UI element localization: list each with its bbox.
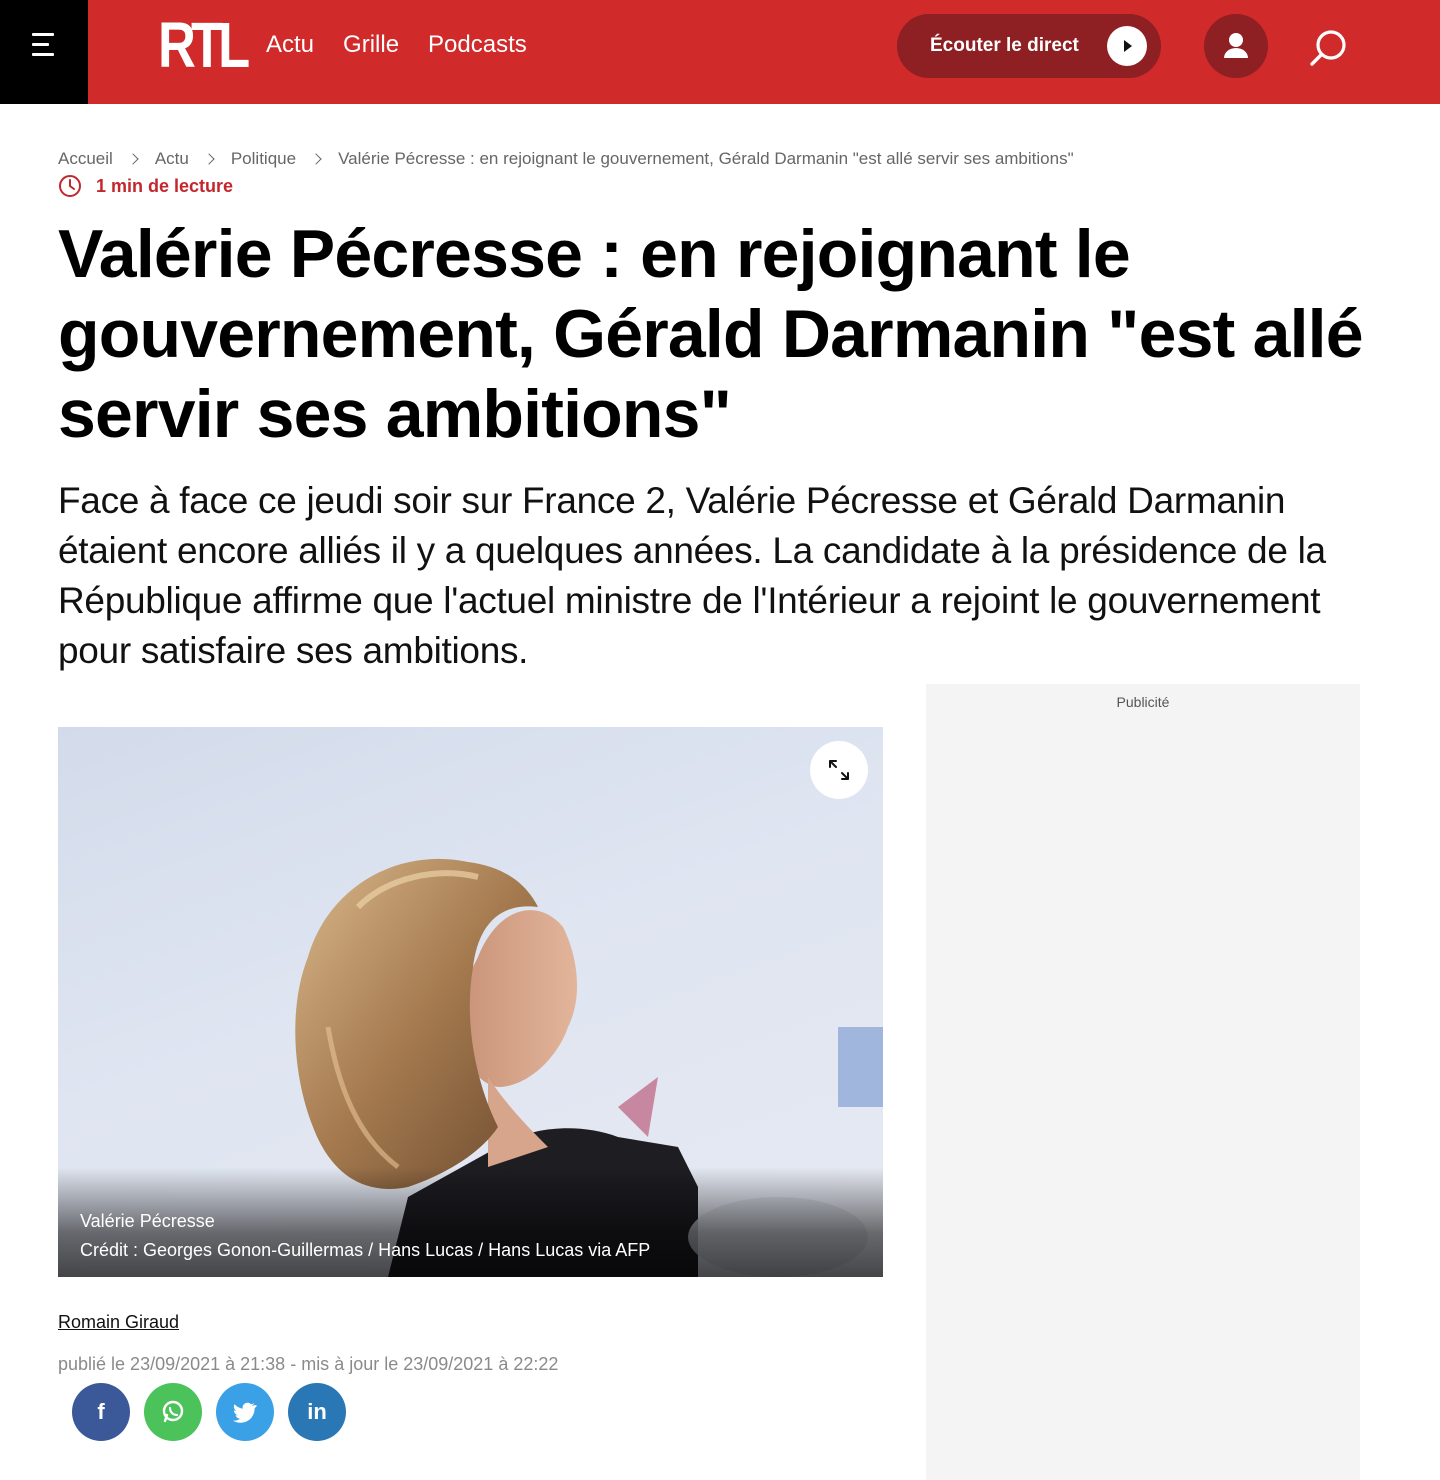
author-link[interactable]: Romain Giraud — [58, 1312, 179, 1333]
rtl-logo[interactable]: RTL — [158, 9, 264, 81]
menu-button[interactable] — [0, 0, 88, 104]
nav-podcasts[interactable]: Podcasts — [428, 28, 527, 62]
site-header: RTL Actu Grille Podcasts Écouter le dire… — [0, 0, 1440, 104]
account-button[interactable] — [1204, 14, 1268, 78]
breadcrumb-current: Valérie Pécresse : en rejoignant le gouv… — [338, 149, 1074, 168]
share-whatsapp-button[interactable] — [144, 1383, 202, 1441]
caption-title: Valérie Pécresse — [80, 1211, 215, 1231]
user-icon — [1224, 33, 1248, 58]
article-lead: Face à face ce jeudi soir sur France 2, … — [58, 480, 1326, 671]
chevron-right-icon — [127, 153, 139, 165]
nav-actu[interactable]: Actu — [266, 28, 314, 62]
breadcrumb: Accueil Actu Politique Valérie Pécresse … — [58, 148, 1074, 170]
share-bar: f in — [72, 1383, 346, 1441]
article-title: Valérie Pécresse : en rejoignant le gouv… — [58, 216, 1364, 452]
publication-dates: publié le 23/09/2021 à 21:38 - mis à jou… — [58, 1354, 559, 1374]
main-nav: Actu Grille Podcasts — [266, 28, 527, 62]
breadcrumb-actu[interactable]: Actu — [155, 148, 189, 170]
whatsapp-icon — [162, 1400, 184, 1423]
linkedin-icon: in — [307, 1399, 327, 1424]
chevron-right-icon — [310, 153, 322, 165]
read-time: 1 min de lecture — [58, 174, 233, 198]
article-image[interactable]: Valérie Pécresse Crédit : Georges Gonon-… — [58, 727, 883, 1277]
facebook-icon: f — [97, 1399, 105, 1424]
logo-text: RTL — [158, 9, 250, 81]
chevron-right-icon — [203, 153, 215, 165]
listen-live-button[interactable]: Écouter le direct — [897, 14, 1161, 78]
twitter-icon — [233, 1402, 257, 1423]
read-time-label: 1 min de lecture — [96, 175, 234, 196]
search-button[interactable] — [1305, 24, 1353, 72]
image-caption: Valérie Pécresse Crédit : Georges Gonon-… — [80, 1207, 650, 1265]
clock-icon — [59, 175, 81, 197]
expand-image-button[interactable] — [810, 741, 868, 799]
caption-credit: Crédit : Georges Gonon-Guillermas / Hans… — [80, 1240, 651, 1260]
breadcrumb-accueil[interactable]: Accueil — [58, 148, 113, 170]
share-facebook-button[interactable]: f — [72, 1383, 130, 1441]
search-icon — [1310, 30, 1346, 66]
play-icon — [1107, 26, 1147, 66]
share-linkedin-button[interactable]: in — [288, 1383, 346, 1441]
share-twitter-button[interactable] — [216, 1383, 274, 1441]
breadcrumb-politique[interactable]: Politique — [231, 148, 296, 170]
nav-grille[interactable]: Grille — [343, 28, 399, 62]
expand-icon — [829, 760, 849, 780]
ad-label: Publicité — [1116, 694, 1170, 710]
ad-slot: Publicité — [926, 684, 1360, 1480]
listen-live-label: Écouter le direct — [930, 35, 1079, 56]
